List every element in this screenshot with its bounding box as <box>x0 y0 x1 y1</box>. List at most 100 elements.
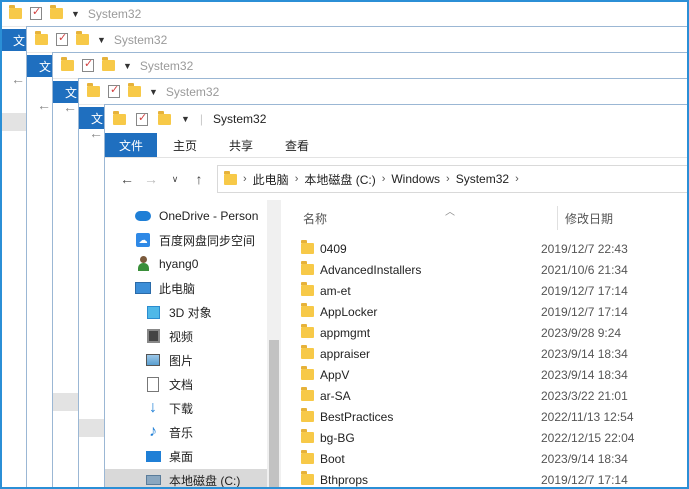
window-title: System32 <box>213 112 267 126</box>
file-row[interactable]: AppLocker 2019/12/7 17:14 <box>301 301 628 322</box>
nav-item-label: 此电脑 <box>159 281 196 296</box>
downloads-icon: ↓ <box>149 399 157 416</box>
onedrive-icon <box>135 208 151 224</box>
nav-item-3d-objects[interactable]: 3D 对象 <box>145 301 212 323</box>
new-folder-icon[interactable] <box>76 31 89 45</box>
folder-icon <box>301 408 314 422</box>
file-row[interactable]: AppV 2023/9/14 18:34 <box>301 364 628 385</box>
nav-selection <box>79 419 105 437</box>
file-row[interactable]: am-et 2019/12/7 17:14 <box>301 280 628 301</box>
file-date: 2023/9/28 9:24 <box>541 325 622 340</box>
folder-icon <box>113 110 126 125</box>
file-row[interactable]: Bthprops 2019/12/7 17:14 <box>301 469 628 488</box>
tab-file[interactable]: 文件 <box>105 133 158 157</box>
file-row[interactable]: AdvancedInstallers 2021/10/6 21:34 <box>301 259 628 280</box>
back-arrow-icon[interactable]: ← <box>63 99 77 115</box>
nav-item-desktop[interactable]: 桌面 <box>145 445 193 467</box>
address-row: ← → ∨ ↑ › 此电脑 › 本地磁盘 (C:) › Windows › Sy… <box>105 158 688 200</box>
file-name: AppLocker <box>320 304 378 319</box>
new-folder-icon[interactable] <box>102 57 115 71</box>
properties-icon[interactable] <box>82 57 94 72</box>
breadcrumb-system32[interactable]: System32 <box>456 172 509 186</box>
tab-view[interactable]: 查看 <box>269 133 325 157</box>
nav-item-videos[interactable]: 视频 <box>145 325 193 347</box>
nav-item-user[interactable]: hyang0 <box>135 253 198 275</box>
file-name: BestPractices <box>320 409 394 424</box>
folder-icon <box>301 261 314 275</box>
column-header-date[interactable]: 修改日期 <box>565 206 685 230</box>
folder-icon <box>301 282 314 296</box>
file-row[interactable]: Boot 2023/9/14 18:34 <box>301 448 628 469</box>
properties-icon[interactable] <box>56 31 68 46</box>
file-row[interactable]: BestPractices 2022/11/13 12:54 <box>301 406 634 427</box>
breadcrumb-windows[interactable]: Windows <box>391 172 440 186</box>
chevron-right-icon[interactable]: › <box>243 173 247 185</box>
desktop-icon <box>145 448 161 464</box>
nav-item-baidu[interactable]: ☁ 百度网盘同步空间 <box>135 229 255 251</box>
nav-scrollbar[interactable] <box>267 200 281 488</box>
nav-item-music[interactable]: ♪ 音乐 <box>145 421 193 443</box>
customize-arrow-icon[interactable]: ▼ <box>97 35 106 45</box>
chevron-right-icon[interactable]: › <box>446 173 450 185</box>
up-arrow-icon[interactable]: ↑ <box>187 167 211 191</box>
title-bar: ▼ | System32 <box>105 105 688 133</box>
documents-icon <box>145 376 161 392</box>
customize-arrow-icon[interactable]: ▼ <box>149 87 158 97</box>
column-header-name[interactable]: ︿ 名称 <box>303 206 533 230</box>
properties-icon[interactable] <box>30 5 42 20</box>
nav-item-label: 桌面 <box>169 449 194 464</box>
customize-arrow-icon[interactable]: ▼ <box>71 9 80 19</box>
file-row[interactable]: ar-SA 2023/3/22 21:01 <box>301 385 628 406</box>
nav-item-label: hyang0 <box>159 257 199 271</box>
breadcrumb-local-disk[interactable]: 本地磁盘 (C:) <box>304 171 375 188</box>
tab-share[interactable]: 共享 <box>213 133 269 157</box>
back-arrow-icon[interactable]: ← <box>37 97 51 113</box>
properties-icon[interactable] <box>136 111 148 126</box>
nav-item-label: 3D 对象 <box>169 305 212 320</box>
nav-item-downloads[interactable]: ↓ 下载 <box>145 397 193 419</box>
file-row[interactable]: appraiser 2023/9/14 18:34 <box>301 343 628 364</box>
new-folder-icon[interactable] <box>50 5 63 19</box>
nav-item-documents[interactable]: 文档 <box>145 373 193 395</box>
nav-item-label: 下载 <box>169 401 194 416</box>
recent-locations-icon[interactable]: ∨ <box>163 167 187 191</box>
customize-arrow-icon[interactable]: ▼ <box>123 61 132 71</box>
chevron-right-icon[interactable]: › <box>382 173 386 185</box>
column-divider[interactable] <box>557 206 558 230</box>
title-separator: | <box>199 112 204 126</box>
explorer-window[interactable]: ▼ | System32 文件 主页 共享 查看 ← → ∨ ↑ › 此电脑 ›… <box>104 104 689 489</box>
file-row[interactable]: appmgmt 2023/9/28 9:24 <box>301 322 621 343</box>
chevron-right-icon[interactable]: › <box>295 173 299 185</box>
back-arrow-icon[interactable]: ← <box>89 125 103 141</box>
music-icon: ♪ <box>149 423 157 440</box>
file-date: 2019/12/7 17:14 <box>541 283 628 298</box>
file-name: appraiser <box>320 346 371 361</box>
file-row[interactable]: bg-BG 2022/12/15 22:04 <box>301 427 634 448</box>
nav-item-pictures[interactable]: 图片 <box>145 349 193 371</box>
window-title: System32 <box>87 6 142 21</box>
file-name: appmgmt <box>320 325 371 340</box>
back-arrow-icon[interactable]: ← <box>11 71 25 87</box>
forward-arrow-icon[interactable]: → <box>139 167 163 191</box>
chevron-right-icon[interactable]: › <box>515 173 519 185</box>
folder-icon <box>301 240 314 254</box>
file-row[interactable]: 0409 2019/12/7 22:43 <box>301 238 628 259</box>
address-bar[interactable]: › 此电脑 › 本地磁盘 (C:) › Windows › System32 › <box>217 165 688 193</box>
sort-caret-icon: ︿ <box>445 207 455 218</box>
properties-icon[interactable] <box>108 83 120 98</box>
back-arrow-icon[interactable]: ← <box>115 167 139 191</box>
user-icon <box>135 256 151 272</box>
ribbon-tabs: 文件 主页 共享 查看 <box>105 133 688 157</box>
nav-item-this-pc[interactable]: 此电脑 <box>135 277 195 299</box>
new-folder-icon[interactable] <box>158 110 171 125</box>
nav-item-onedrive[interactable]: OneDrive - Person <box>135 205 258 227</box>
tab-home[interactable]: 主页 <box>157 133 213 157</box>
nav-item-local-disk[interactable]: 本地磁盘 (C:) <box>105 469 267 488</box>
nav-scrollbar-thumb[interactable] <box>269 340 279 488</box>
nav-item-label: 文档 <box>169 377 194 392</box>
pictures-icon <box>145 352 161 368</box>
folder-icon <box>301 324 314 338</box>
customize-arrow-icon[interactable]: ▼ <box>181 114 190 124</box>
new-folder-icon[interactable] <box>128 83 141 97</box>
breadcrumb-this-pc[interactable]: 此电脑 <box>253 171 289 188</box>
